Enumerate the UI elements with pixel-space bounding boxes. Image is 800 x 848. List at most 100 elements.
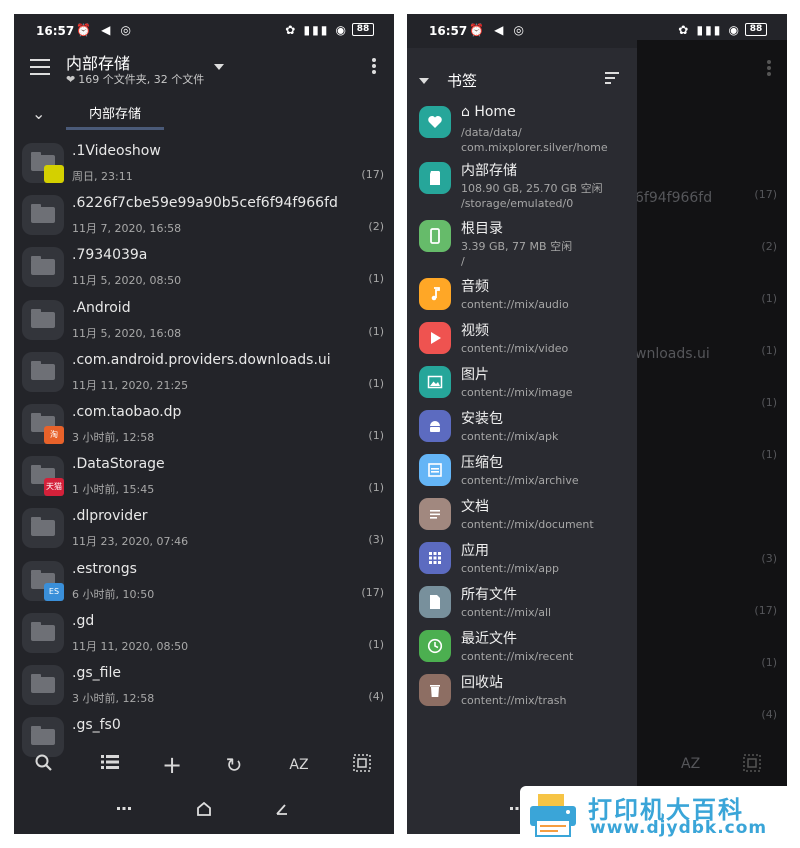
bookmark-item[interactable]: 安装包 content://mix/apk <box>407 404 637 448</box>
sd-card-icon <box>419 162 451 194</box>
file-name: .1Videoshow <box>72 143 161 159</box>
bookmark-item[interactable]: 压缩包 content://mix/archive <box>407 448 637 492</box>
menu-icon[interactable] <box>30 59 50 75</box>
recent-apps-icon[interactable] <box>114 802 134 820</box>
bookmark-path: content://mix/audio <box>461 298 569 311</box>
home-icon[interactable] <box>194 801 214 820</box>
file-count: (17) <box>361 168 384 181</box>
file-count: (4) <box>368 690 384 703</box>
sort-button[interactable]: AZ <box>284 754 314 778</box>
folder-icon <box>22 612 64 653</box>
file-date: 11月 5, 2020, 16:08 <box>72 326 182 340</box>
file-date: 11月 23, 2020, 07:46 <box>72 535 189 549</box>
dimmed-count: (1) <box>761 656 777 669</box>
chevron-down-icon[interactable]: ⌄ <box>32 104 45 123</box>
bookmark-name: 文档 <box>461 499 489 515</box>
file-date: 3 小时前, 12:58 <box>72 431 155 444</box>
bookmark-item[interactable]: 内部存储 108.90 GB, 25.70 GB 空闲/storage/emula… <box>407 156 637 210</box>
list-view-icon[interactable] <box>98 754 122 778</box>
bookmark-path: content://mix/video <box>461 342 569 355</box>
file-row[interactable]: 淘 .com.taobao.dp 3 小时前, 12:58 (1) <box>14 397 394 449</box>
bookmark-path: content://mix/apk <box>461 430 559 443</box>
dimmed-fragment-1: 6f94f966fd <box>635 190 713 206</box>
right-screen: 16:57 ⏰ ◀ ◎ ✿ ▮▮▮ ◉ 88 6f94f966fd wnload… <box>407 14 787 834</box>
bookmark-path: /data/data/com.mixplorer.silver/home <box>461 126 608 154</box>
file-row[interactable]: ES .estrongs 6 小时前, 10:50 (17) <box>14 554 394 606</box>
image-icon <box>419 366 451 398</box>
dimmed-fragment-2: wnloads.ui <box>635 346 710 362</box>
sort-icon[interactable] <box>605 72 623 86</box>
title-dropdown-icon[interactable] <box>214 64 224 70</box>
bookmark-item[interactable]: ⌂ Home/data/data/com.mixplorer.silver/ho… <box>407 100 637 154</box>
play-icon <box>419 322 451 354</box>
file-row[interactable]: 天猫 .DataStorage 1 小时前, 15:45 (1) <box>14 449 394 501</box>
dimmed-count: (1) <box>761 292 777 305</box>
bookmark-item[interactable]: 最近文件 content://mix/recent <box>407 624 637 668</box>
folder-icon <box>22 247 64 288</box>
dimmed-background[interactable]: 6f94f966fd wnloads.ui (17) (2) (1) (1) (1) (1… <box>635 40 787 790</box>
file-name: .dlprovider <box>72 508 148 525</box>
bookmark-dropdown-icon[interactable] <box>419 78 429 84</box>
search-icon[interactable] <box>32 754 56 778</box>
bookmark-item[interactable]: 所有文件 content://mix/all <box>407 580 637 624</box>
bookmark-item[interactable]: 图片 content://mix/image <box>407 360 637 404</box>
bookmark-path: content://mix/image <box>461 386 573 399</box>
file-row[interactable]: .gs_file 3 小时前, 12:58 (4) <box>14 658 394 710</box>
file-row[interactable]: .dlprovider 11月 23, 2020, 07:46 (3) <box>14 501 394 553</box>
bookmark-path: content://mix/all <box>461 606 552 619</box>
status-time-right: 16:57 <box>429 24 468 38</box>
bookmark-name: 安装包 <box>461 411 503 427</box>
bookmark-path: content://mix/archive <box>461 474 579 487</box>
app-badge-icon: 淘 <box>44 426 64 444</box>
file-row[interactable]: .com.android.providers.downloads.ui 11月 1… <box>14 345 394 397</box>
file-name: .DataStorage <box>72 456 165 473</box>
folder-icon <box>22 299 64 340</box>
folder-icon <box>22 508 64 549</box>
folder-icon <box>22 143 64 183</box>
breadcrumb-tab[interactable]: 内部存储 <box>66 98 164 130</box>
bookmark-item[interactable]: 应用 content://mix/app <box>407 536 637 580</box>
file-date: 6 小时前, 10:50 <box>72 587 155 601</box>
file-count: (1) <box>368 481 384 495</box>
bookmark-name: 所有文件 <box>461 587 517 603</box>
bookmark-item[interactable]: 音频 content://mix/audio <box>407 272 637 316</box>
folder-icon <box>22 665 64 705</box>
refresh-icon[interactable]: ↻ <box>222 754 246 778</box>
bookmark-item[interactable]: 视频 content://mix/video <box>407 316 637 360</box>
file-date: 11月 5, 2020, 08:50 <box>72 274 182 288</box>
battery-icon: 88 <box>352 23 374 36</box>
dimmed-select-icon <box>743 754 761 775</box>
add-icon[interactable]: + <box>160 753 184 778</box>
music-icon <box>419 278 451 310</box>
file-row[interactable]: .Android 11月 5, 2020, 16:08 (1) <box>14 293 394 345</box>
app-badge-icon: 天猫 <box>44 478 64 497</box>
more-options-icon[interactable] <box>372 58 376 76</box>
file-row[interactable]: .6226f7cbe59e99a90b5cef6f94f966fd 11月 7, … <box>14 188 394 240</box>
bookmark-item[interactable]: 回收站 content://mix/trash <box>407 668 637 712</box>
bookmark-name: 图片 <box>461 367 489 383</box>
file-row[interactable]: .1Videoshow 周日, 23:11 (17) <box>14 136 394 188</box>
status-icons-left: ⏰ ◀ ◎ <box>76 23 134 37</box>
bookmark-item[interactable]: 根目录 3.39 GB, 77 MB 空闲 / <box>407 214 637 268</box>
tab-indicator <box>66 127 164 130</box>
file-name: .com.taobao.dp <box>72 404 182 420</box>
page-subtitle: ❤ 169 个文件夹, 32 个文件 <box>66 73 205 86</box>
bookmark-name: ⌂ Home <box>461 104 516 120</box>
bookmark-drawer: 书签 ⌂ Home/data/data/com.mixplorer.silver… <box>407 48 637 834</box>
file-name: .estrongs <box>72 560 137 577</box>
file-name: .gs_fs0 <box>72 717 121 734</box>
file-date: 11月 7, 2020, 16:58 <box>72 222 182 236</box>
back-icon[interactable] <box>272 802 292 820</box>
dimmed-more-icon <box>767 60 771 78</box>
file-count: (1) <box>368 637 384 651</box>
file-row[interactable]: .7934039a 11月 5, 2020, 08:50 (1) <box>14 240 394 292</box>
bookmark-item[interactable]: 文档 content://mix/document <box>407 492 637 536</box>
file-name: .6226f7cbe59e99a90b5cef6f94f966fd <box>72 195 338 212</box>
bookmark-name: 应用 <box>461 543 489 559</box>
file-name: .gs_file <box>72 665 121 681</box>
file-count: (1) <box>368 429 384 442</box>
file-icon <box>419 586 451 618</box>
bookmark-path: content://mix/document <box>461 518 594 531</box>
select-all-icon[interactable] <box>350 754 374 778</box>
file-row[interactable]: .gd 11月 11, 2020, 08:50 (1) <box>14 606 394 658</box>
